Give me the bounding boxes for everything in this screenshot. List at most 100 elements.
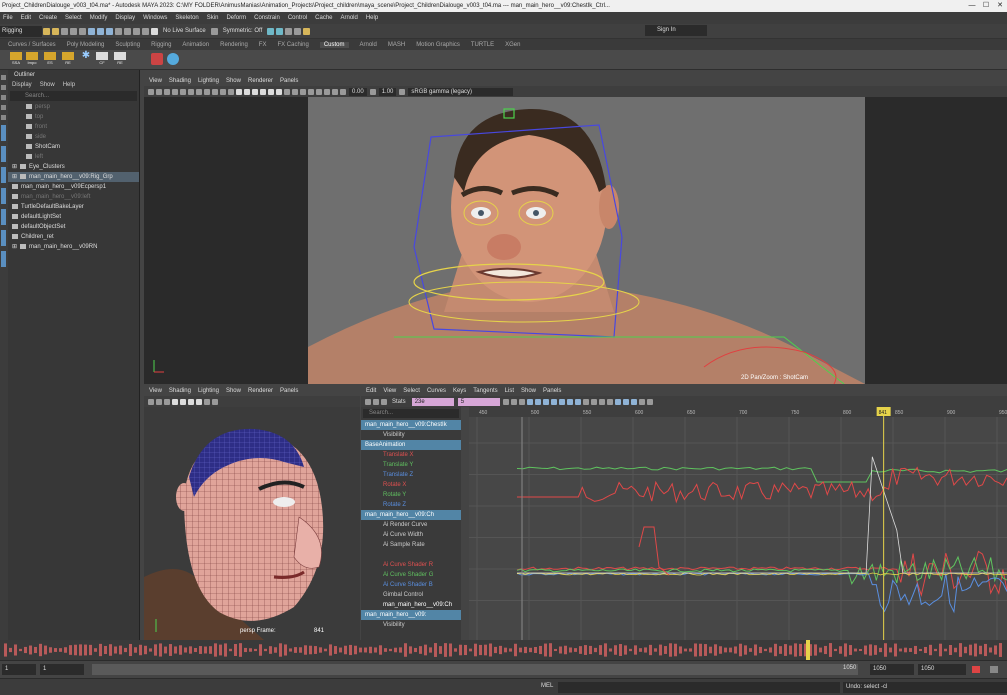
shelf-button-impo[interactable]: Impo: [26, 52, 38, 67]
outliner-item[interactable]: top: [8, 112, 139, 122]
gamma-icon[interactable]: [369, 88, 376, 95]
persp-xray-icon[interactable]: [204, 398, 210, 405]
live-surface-label[interactable]: No Live Surface: [163, 28, 206, 34]
outliner-item[interactable]: persp: [8, 102, 139, 112]
exposure-icon[interactable]: [340, 88, 346, 95]
wireframe-icon[interactable]: [236, 88, 242, 95]
persp-textured-icon[interactable]: [188, 398, 194, 405]
persp-vp-menu-shading[interactable]: Shading: [169, 388, 191, 394]
graph-channel-row[interactable]: Ai Curve Shader G: [361, 570, 461, 580]
live-surface-icon[interactable]: [151, 27, 158, 35]
safe-action-icon[interactable]: [220, 88, 226, 95]
persp-grid-icon[interactable]: [156, 398, 162, 405]
select-tool-icon[interactable]: [1, 75, 6, 80]
menu-modify[interactable]: Modify: [90, 15, 108, 21]
outliner-item[interactable]: front: [8, 122, 139, 132]
persp-viewport[interactable]: persp Frame: 841: [144, 407, 360, 640]
time-slider[interactable]: [0, 640, 1007, 660]
outliner-item[interactable]: TurtleDefaultBakeLayer: [8, 202, 139, 212]
spline-tangent-icon[interactable]: [534, 398, 541, 405]
smooth-shade-icon[interactable]: [244, 88, 250, 95]
lattice-icon[interactable]: [381, 398, 387, 405]
menu-constrain[interactable]: Constrain: [254, 15, 280, 21]
select-object-icon[interactable]: [97, 27, 104, 35]
shelf-tab-mash[interactable]: MASH: [388, 42, 405, 48]
graph-menu-panels[interactable]: Panels: [543, 388, 561, 394]
exposure-field[interactable]: 0.00: [349, 87, 367, 96]
auto-key-icon[interactable]: [972, 666, 980, 673]
graph-channel-row[interactable]: BaseAnimation: [361, 440, 461, 450]
plateau-tangent-icon[interactable]: [574, 398, 581, 405]
menu-file[interactable]: File: [3, 15, 13, 21]
graph-channel-row[interactable]: Rotate Z: [361, 500, 461, 510]
outliner-item[interactable]: defaultObjectSet: [8, 222, 139, 232]
open-scene-icon[interactable]: [52, 27, 59, 35]
menu-control[interactable]: Control: [288, 15, 307, 21]
outliner-item[interactable]: ⊞ man_main_hero__v09:Rig_Grp: [8, 172, 139, 182]
bookmark-icon[interactable]: [164, 88, 170, 95]
camera-attr-icon[interactable]: [156, 88, 162, 95]
menu-skeleton[interactable]: Skeleton: [175, 15, 198, 21]
main-vp-menu-lighting[interactable]: Lighting: [198, 78, 219, 84]
expand-icon[interactable]: ⊞: [12, 174, 17, 180]
shelf-tab-arnold[interactable]: Arnold: [360, 42, 377, 48]
shelf-tab-turtle[interactable]: TURTLE: [471, 42, 494, 48]
layout-single-icon[interactable]: [1, 125, 6, 141]
safe-title-icon[interactable]: [228, 88, 234, 95]
layout-four-icon[interactable]: [1, 146, 6, 162]
shelf-tab-curves-surfaces[interactable]: Curves / Surfaces: [8, 42, 56, 48]
arnold-icon[interactable]: [303, 27, 311, 35]
break-tangent-icon[interactable]: [582, 398, 589, 405]
shelf-button-cf[interactable]: CF: [96, 52, 108, 67]
outliner-item[interactable]: left: [8, 152, 139, 162]
select-hierarchy-icon[interactable]: [88, 27, 95, 35]
persp-vp-menu-renderer[interactable]: Renderer: [248, 388, 273, 394]
menu-edit[interactable]: Edit: [21, 15, 31, 21]
persp-vp-menu-show[interactable]: Show: [226, 388, 241, 394]
playback-end-field[interactable]: 1050: [870, 664, 914, 675]
shelf-tab-animation[interactable]: Animation: [182, 42, 209, 48]
normalize-icon[interactable]: [614, 398, 621, 405]
persp-vp-menu-view[interactable]: View: [149, 388, 162, 394]
shelf-tab-rigging[interactable]: Rigging: [151, 42, 171, 48]
layout-outliner-icon[interactable]: [1, 209, 6, 225]
buffer-curve-icon[interactable]: [598, 398, 605, 405]
graph-channel-row[interactable]: Ai Render Curve: [361, 520, 461, 530]
field-chart-icon[interactable]: [212, 88, 218, 95]
shelf-button-re2[interactable]: RE: [114, 52, 126, 67]
main-vp-menu-panels[interactable]: Panels: [280, 78, 298, 84]
end-time-field[interactable]: 1050: [918, 664, 966, 675]
unify-tangent-icon[interactable]: [590, 398, 597, 405]
new-scene-icon[interactable]: [43, 27, 50, 35]
shelf-tab-fx-caching[interactable]: FX Caching: [277, 42, 308, 48]
persp-camera-icon[interactable]: [148, 398, 154, 405]
graph-menu-curves[interactable]: Curves: [427, 388, 446, 394]
snap-view-icon[interactable]: [142, 27, 149, 35]
shelf-button-ssa[interactable]: SSA: [10, 52, 22, 67]
snap-grid-icon[interactable]: [115, 27, 122, 35]
frame-playback-icon[interactable]: [510, 398, 517, 405]
shelf-tab-xgen[interactable]: XGen: [505, 42, 520, 48]
snap-curve-icon[interactable]: [124, 27, 131, 35]
graph-channel-row[interactable]: Ai Sample Rate: [361, 540, 461, 550]
menu-skin[interactable]: Skin: [207, 15, 219, 21]
persp-vp-menu-lighting[interactable]: Lighting: [198, 388, 219, 394]
graph-menu-edit[interactable]: Edit: [366, 388, 376, 394]
move-key-icon[interactable]: [365, 398, 371, 405]
film-gate-icon[interactable]: [188, 88, 194, 95]
graph-channel-row[interactable]: Rotate Y: [361, 490, 461, 500]
menu-help[interactable]: Help: [366, 15, 378, 21]
menu-set-dropdown[interactable]: Rigging: [0, 25, 42, 37]
menu-display[interactable]: Display: [115, 15, 135, 21]
hypershade-icon[interactable]: [294, 27, 302, 35]
main-vp-menu-view[interactable]: View: [149, 78, 162, 84]
graph-channel-row[interactable]: man_main_hero__v09:Ch: [361, 600, 461, 610]
image-plane-icon[interactable]: [172, 88, 178, 95]
main-vp-menu-shading[interactable]: Shading: [169, 78, 191, 84]
gate-mask-icon[interactable]: [204, 88, 210, 95]
symmetry-label[interactable]: Symmetric: Off: [223, 28, 263, 34]
infinity-icon[interactable]: [606, 398, 613, 405]
lights-icon[interactable]: [268, 88, 274, 95]
stacked-view-icon[interactable]: [622, 398, 629, 405]
script-language-toggle[interactable]: MEL: [541, 683, 553, 689]
